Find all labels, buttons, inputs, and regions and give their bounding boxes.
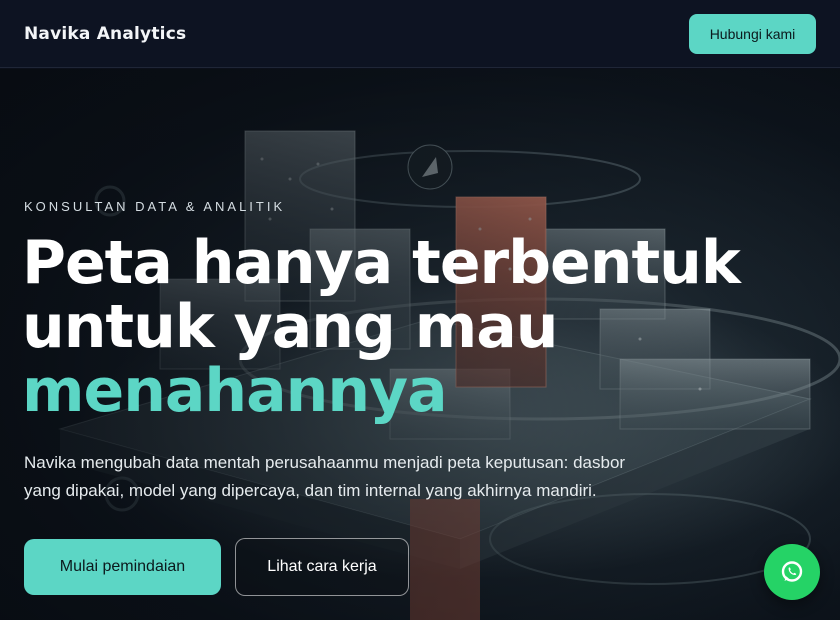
hero-section: KONSULTAN DATA & ANALITIK Peta hanya ter… [0, 69, 840, 620]
whatsapp-icon [781, 561, 803, 582]
hero-description: Navika mengubah data mentah perusahaanmu… [24, 453, 626, 500]
top-navigation: Navika Analytics Hubungi kami [0, 0, 840, 68]
start-scan-button[interactable]: Mulai pemindaian [24, 539, 221, 595]
how-it-works-button[interactable]: Lihat cara kerja [235, 538, 409, 596]
headline-accent: menahannya [22, 356, 448, 426]
whatsapp-chat-button[interactable] [764, 544, 820, 600]
hero-eyebrow: KONSULTAN DATA & ANALITIK [24, 199, 286, 214]
contact-button[interactable]: Hubungi kami [689, 13, 816, 54]
headline-line-1: Peta hanya terbentuk [22, 228, 741, 298]
brand-logo[interactable]: Navika Analytics [24, 24, 186, 44]
headline-line-2: untuk yang mau [22, 292, 559, 362]
hero-headline: Peta hanya terbentuk untuk yang mau mena… [22, 231, 822, 423]
